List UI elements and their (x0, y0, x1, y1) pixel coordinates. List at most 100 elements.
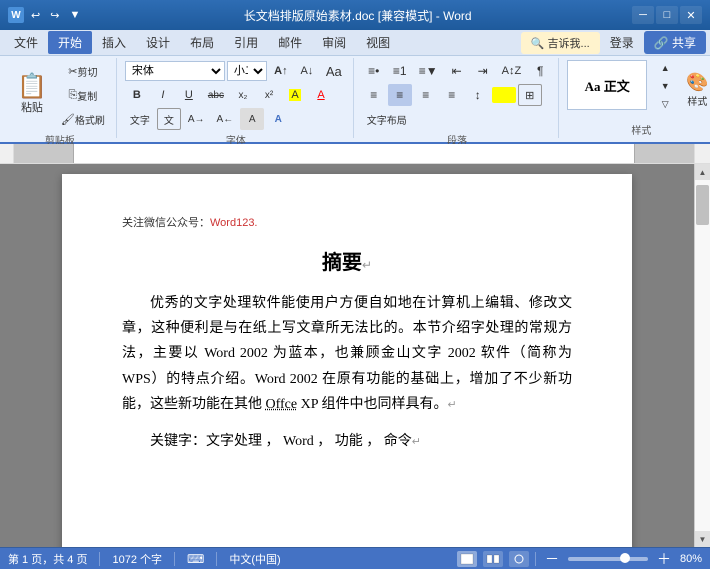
line-spacing-button[interactable]: ↕ (466, 84, 490, 106)
font-size-down-button[interactable]: A↓ (295, 60, 319, 82)
styles-expand[interactable]: ▽ (653, 96, 677, 112)
styles-pane-button[interactable]: 🎨 样式 (679, 65, 710, 115)
print-view-icon (460, 553, 474, 565)
tell-me-input[interactable]: 🔍 吉诉我... (521, 32, 600, 54)
minimize-button[interactable]: ─ (632, 6, 654, 24)
sort-button[interactable]: A↕Z (497, 60, 527, 82)
copy-icon: ⎘ (68, 89, 77, 102)
status-divider-1 (99, 552, 100, 566)
italic-button[interactable]: I (151, 84, 175, 106)
menu-file[interactable]: 文件 (4, 31, 48, 54)
menu-home[interactable]: 开始 (48, 31, 92, 54)
language: 中文(中国) (229, 551, 280, 567)
styles-scroll: ▲ ▼ ▽ (653, 60, 677, 112)
web-view-icon (512, 553, 526, 565)
scroll-thumb[interactable] (696, 185, 709, 225)
paragraph-controls: ≡• ≡1 ≡▼ ⇤ ⇥ A↕Z ¶ ≡ ≡ ≡ ≡ ↕ ⊞ (362, 60, 552, 130)
page-canvas[interactable]: 关注微信公众号：Word123. 摘要↵ 优秀的文字处理软件能使用户方便自如地在… (0, 164, 694, 547)
status-right: － ＋ 80% (457, 551, 702, 567)
paste-button[interactable]: 📋 粘贴 (10, 65, 54, 125)
subscript-button[interactable]: x₂ (231, 84, 255, 106)
ruler-track (74, 144, 634, 163)
document-header: 关注微信公众号：Word123. (122, 214, 572, 230)
copy-button[interactable]: ⎘ 复制 (56, 84, 110, 106)
bold-button[interactable]: B (125, 84, 149, 106)
para-row3: 文字布局 (362, 108, 552, 130)
scroll-up-button[interactable]: ▲ (695, 164, 710, 180)
text-effects-button[interactable]: A (266, 108, 290, 130)
font-size-select[interactable]: 小二 (227, 61, 267, 81)
view-web-button[interactable] (509, 551, 529, 567)
justify-button[interactable]: ≡ (440, 84, 464, 106)
menu-layout[interactable]: 布局 (180, 31, 224, 54)
title-bar: W ↩ ↪ ▼ 长文档排版原始素材.doc [兼容模式] - Word ─ □ … (0, 0, 710, 30)
document-title: 摘要↵ (122, 246, 572, 275)
font-row1: 宋体 小二 A↑ A↓ Aa (125, 60, 347, 82)
close-button[interactable]: ✕ (680, 6, 702, 24)
clear-format-button[interactable]: Aa (321, 60, 347, 82)
strikethrough-button[interactable]: abc (203, 84, 229, 106)
borders-button[interactable]: ⊞ (518, 84, 542, 106)
login-button[interactable]: 登录 (600, 31, 644, 54)
ruler-scrollbar-placeholder (694, 144, 710, 163)
underline-button[interactable]: U (177, 84, 201, 106)
zoom-in-button[interactable]: ＋ (654, 551, 674, 567)
styles-scroll-down[interactable]: ▼ (653, 78, 677, 94)
numbered-list-button[interactable]: ≡1 (388, 60, 412, 82)
ribbon-groups: 📋 粘贴 ✂ 剪切 ⎘ 复制 🖌 格式刷 (4, 58, 706, 138)
view-print-button[interactable] (457, 551, 477, 567)
increase-indent-button[interactable]: ⇥ (471, 60, 495, 82)
highlight-button[interactable]: A (283, 84, 307, 106)
char-shading-button[interactable]: A (240, 108, 264, 130)
phonetic-button[interactable]: 文字 (125, 108, 155, 130)
page-info: 第 1 页，共 4 页 (8, 551, 87, 567)
zoom-slider[interactable] (568, 557, 648, 561)
status-bar: 第 1 页，共 4 页 1072 个字 ⌨ 中文(中国) － ＋ 80% (0, 547, 710, 569)
share-button[interactable]: 🔗 共享 (644, 31, 706, 54)
redo-button[interactable]: ↪ (47, 8, 62, 23)
scroll-down-button[interactable]: ▼ (695, 531, 710, 547)
zoom-out-button[interactable]: － (542, 551, 562, 567)
font-color-button[interactable]: A (309, 84, 333, 106)
char-border-button[interactable]: 文 (157, 108, 181, 130)
zoom-thumb[interactable] (620, 553, 630, 563)
font-name-select[interactable]: 宋体 (125, 61, 225, 81)
cut-button[interactable]: ✂ 剪切 (56, 60, 110, 82)
show-marks-button[interactable]: ¶ (528, 60, 552, 82)
window-controls: ─ □ ✕ (632, 6, 702, 24)
superscript-button[interactable]: x² (257, 84, 281, 106)
view-read-button[interactable] (483, 551, 503, 567)
multilevel-list-button[interactable]: ≡▼ (414, 60, 443, 82)
ruler (0, 144, 710, 164)
scroll-track[interactable] (695, 180, 710, 531)
menu-review[interactable]: 审阅 (312, 31, 356, 54)
font-expand-button[interactable]: A→ (183, 108, 210, 130)
format-painter-button[interactable]: 🖌 格式刷 (56, 108, 110, 130)
para-row1: ≡• ≡1 ≡▼ ⇤ ⇥ A↕Z ¶ (362, 60, 552, 82)
font-compress-button[interactable]: A← (212, 108, 239, 130)
bullet-list-button[interactable]: ≡• (362, 60, 386, 82)
shading-button[interactable] (492, 87, 516, 103)
align-left-button[interactable]: ≡ (362, 84, 386, 106)
main-area: 关注微信公众号：Word123. 摘要↵ 优秀的文字处理软件能使用户方便自如地在… (0, 164, 710, 547)
decrease-indent-button[interactable]: ⇤ (445, 60, 469, 82)
chinese-layout-button[interactable]: 文字布局 (362, 108, 412, 130)
align-center-button[interactable]: ≡ (388, 84, 412, 106)
maximize-button[interactable]: □ (656, 6, 678, 24)
menu-mailings[interactable]: 邮件 (268, 31, 312, 54)
font-size-up-button[interactable]: A↑ (269, 60, 293, 82)
menu-view[interactable]: 视图 (356, 31, 400, 54)
keywords-line: 关键字：文字处理 ， Word ， 功能 ， 命令↵ (122, 429, 572, 454)
ruler-left-margin (14, 144, 74, 163)
paste-icon: 📋 (17, 75, 47, 99)
font-row3: 文字 文 A→ A← A A (125, 108, 347, 130)
menu-design[interactable]: 设计 (136, 31, 180, 54)
styles-gallery[interactable]: Aa 正文 (567, 60, 647, 110)
status-divider-4 (535, 552, 536, 566)
menu-references[interactable]: 引用 (224, 31, 268, 54)
menu-insert[interactable]: 插入 (92, 31, 136, 54)
undo-button[interactable]: ↩ (28, 8, 43, 23)
styles-scroll-up[interactable]: ▲ (653, 60, 677, 76)
align-right-button[interactable]: ≡ (414, 84, 438, 106)
quick-access-dropdown[interactable]: ▼ (66, 8, 83, 22)
